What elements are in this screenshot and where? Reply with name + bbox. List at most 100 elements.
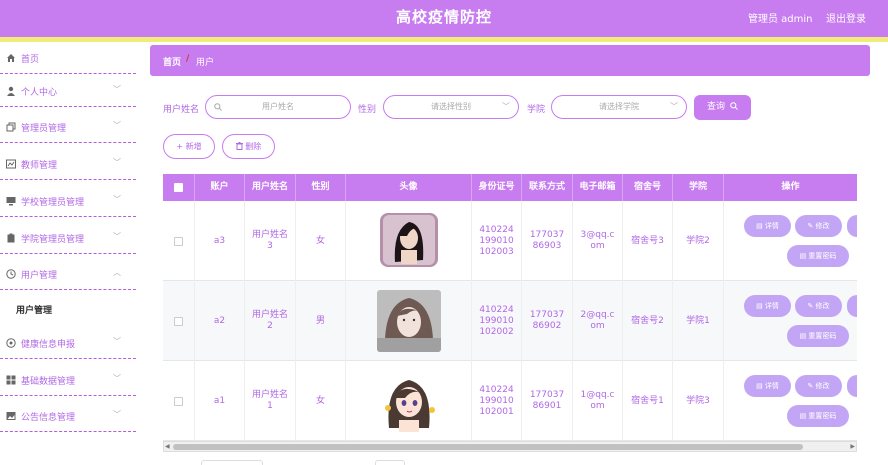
scroll-left-arrow-icon[interactable]: ◀ <box>165 443 170 450</box>
breadcrumb-home[interactable]: 首页 <box>163 55 181 68</box>
search-icon <box>730 102 738 110</box>
avatar <box>376 210 441 272</box>
page-size-select[interactable] <box>201 460 263 465</box>
avatar <box>376 290 441 352</box>
sidebar-item-home[interactable]: 首页 <box>0 42 136 74</box>
header-college: 学院 <box>673 174 724 201</box>
row-checkbox[interactable] <box>174 316 183 326</box>
chevron-down-icon: ﹀ <box>113 232 121 241</box>
cell-email: 3@qq.com <box>573 201 623 281</box>
delete-row-button[interactable] <box>847 375 857 397</box>
sidebar-item-college-admins[interactable]: 学院管理员管理 ﹀ <box>0 222 136 254</box>
sidebar-item-label: 公告信息管理 <box>21 413 76 423</box>
college-select[interactable]: 请选择学院 ﹀ <box>551 95 687 119</box>
chevron-down-icon: ﹀ <box>113 337 121 346</box>
sidebar-item-label: 个人中心 <box>21 88 58 98</box>
scroll-right-arrow-icon[interactable]: ▶ <box>850 443 855 450</box>
gender-select[interactable]: 请选择性别 ﹀ <box>383 95 519 119</box>
delete-button[interactable]: 删除 <box>222 134 275 159</box>
cell-dorm: 宿舍号3 <box>623 201 673 281</box>
add-button[interactable]: + 新增 <box>163 134 215 159</box>
sidebar-item-label: 学院管理员管理 <box>21 235 85 245</box>
cell-avatar <box>346 361 472 441</box>
table-row: a3 用户姓名3 女 410224199010102003 1770378690… <box>163 201 857 281</box>
cell-name: 用户姓名3 <box>245 201 296 281</box>
sidebar-item-teachers[interactable]: 教师管理 ﹀ <box>0 148 136 180</box>
cell-phone: 17703786903 <box>522 201 573 281</box>
reset-password-label: 重置密码 <box>808 332 837 340</box>
select-all-checkbox[interactable] <box>174 183 183 192</box>
cell-name: 用户姓名2 <box>245 281 296 361</box>
row-select-cell <box>163 201 195 281</box>
row-checkbox[interactable] <box>174 236 183 246</box>
sidebar-item-label: 基础数据管理 <box>21 377 76 387</box>
user-table: 账户 用户姓名 性别 头像 身份证号 联系方式 电子邮箱 宿舍号 学院 操作 a… <box>163 174 857 452</box>
page-jump-input[interactable] <box>375 460 405 465</box>
name-search-placeholder: 用户姓名 <box>262 102 294 111</box>
reset-password-button[interactable]: ▤ 重置密码 <box>787 405 849 427</box>
cell-id-number: 410224199010102001 <box>472 361 522 441</box>
sidebar-item-basic-data[interactable]: 基础数据管理 ﹀ <box>0 364 136 396</box>
cell-account: a1 <box>195 361 245 441</box>
reset-password-button[interactable]: ▤ 重置密码 <box>787 325 849 347</box>
sidebar-item-profile[interactable]: 个人中心 ﹀ <box>0 75 136 107</box>
delete-button-label: 删除 <box>245 142 262 151</box>
row-checkbox[interactable] <box>174 396 183 406</box>
header-phone: 联系方式 <box>522 174 573 201</box>
cell-actions: ▤ 详情 ✎ 修改 ▤ 重置密码 <box>724 361 857 441</box>
cell-phone: 17703786901 <box>522 361 573 441</box>
cell-phone: 17703786902 <box>522 281 573 361</box>
sidebar: 首页 个人中心 ﹀ 管理员管理 ﹀ 教师管理 ﹀ 学校管理员管理 ﹀ 学院管理员… <box>0 42 136 465</box>
sidebar-item-label: 学校管理员管理 <box>21 198 85 208</box>
cell-avatar <box>346 281 472 361</box>
sidebar-item-label: 教师管理 <box>21 161 58 171</box>
sidebar-item-label: 健康信息申报 <box>21 340 76 350</box>
breadcrumb: 首页 / 用户 <box>150 45 870 76</box>
edit-button[interactable]: ✎ 修改 <box>795 215 842 237</box>
detail-button-label: 详情 <box>764 222 779 230</box>
cell-id-number: 410224199010102002 <box>472 281 522 361</box>
reset-password-button[interactable]: ▤ 重置密码 <box>787 245 849 267</box>
user-icon <box>7 86 15 96</box>
horizontal-scrollbar[interactable]: ◀ ▶ <box>163 441 857 452</box>
table-row: a2 用户姓名2 男 410224199010102002 1770378690… <box>163 281 857 361</box>
sidebar-item-health[interactable]: 健康信息申报 ﹀ <box>0 327 136 359</box>
sidebar-item-school-admins[interactable]: 学校管理员管理 ﹀ <box>0 185 136 217</box>
chevron-down-icon: ﹀ <box>113 410 121 419</box>
row-select-cell <box>163 281 195 361</box>
edit-button-label: 修改 <box>815 302 830 310</box>
sidebar-item-users[interactable]: 用户管理 ︿ <box>0 258 136 290</box>
sidebar-item-label: 管理员管理 <box>21 124 67 134</box>
sidebar-item-label: 用户管理 <box>21 271 58 281</box>
edit-button[interactable]: ✎ 修改 <box>795 375 842 397</box>
scrollbar-thumb[interactable] <box>173 444 803 450</box>
sidebar-item-notices[interactable]: 公告信息管理 ﹀ <box>0 400 136 432</box>
edit-button[interactable]: ✎ 修改 <box>795 295 842 317</box>
top-bar: 高校疫情防控 管理员 admin 退出登录 <box>0 0 888 37</box>
detail-button[interactable]: ▤ 详情 <box>744 215 791 237</box>
cell-account: a2 <box>195 281 245 361</box>
delete-row-button[interactable] <box>847 295 857 317</box>
reset-password-label: 重置密码 <box>808 412 837 420</box>
header-gender: 性别 <box>296 174 346 201</box>
sidebar-subitem-users[interactable]: 用户管理 <box>0 292 136 322</box>
detail-button[interactable]: ▤ 详情 <box>744 375 791 397</box>
chevron-down-icon: ﹀ <box>113 195 121 204</box>
name-search-input[interactable]: 用户姓名 <box>205 95 351 119</box>
trash-icon <box>235 142 243 150</box>
logout-link[interactable]: 退出登录 <box>826 10 866 25</box>
header-avatar: 头像 <box>346 174 472 201</box>
delete-row-button[interactable] <box>847 215 857 237</box>
detail-button-label: 详情 <box>764 302 779 310</box>
row-select-cell <box>163 361 195 441</box>
grid-icon <box>6 375 16 385</box>
detail-button[interactable]: ▤ 详情 <box>744 295 791 317</box>
monitor-icon <box>6 197 16 206</box>
sidebar-item-admins[interactable]: 管理员管理 ﹀ <box>0 111 136 143</box>
cell-email: 1@qq.com <box>573 361 623 441</box>
header-email: 电子邮箱 <box>573 174 623 201</box>
query-button-label: 查询 <box>707 102 726 112</box>
picture-icon <box>6 412 16 420</box>
query-button[interactable]: 查询 <box>694 95 751 120</box>
home-icon <box>7 54 15 62</box>
